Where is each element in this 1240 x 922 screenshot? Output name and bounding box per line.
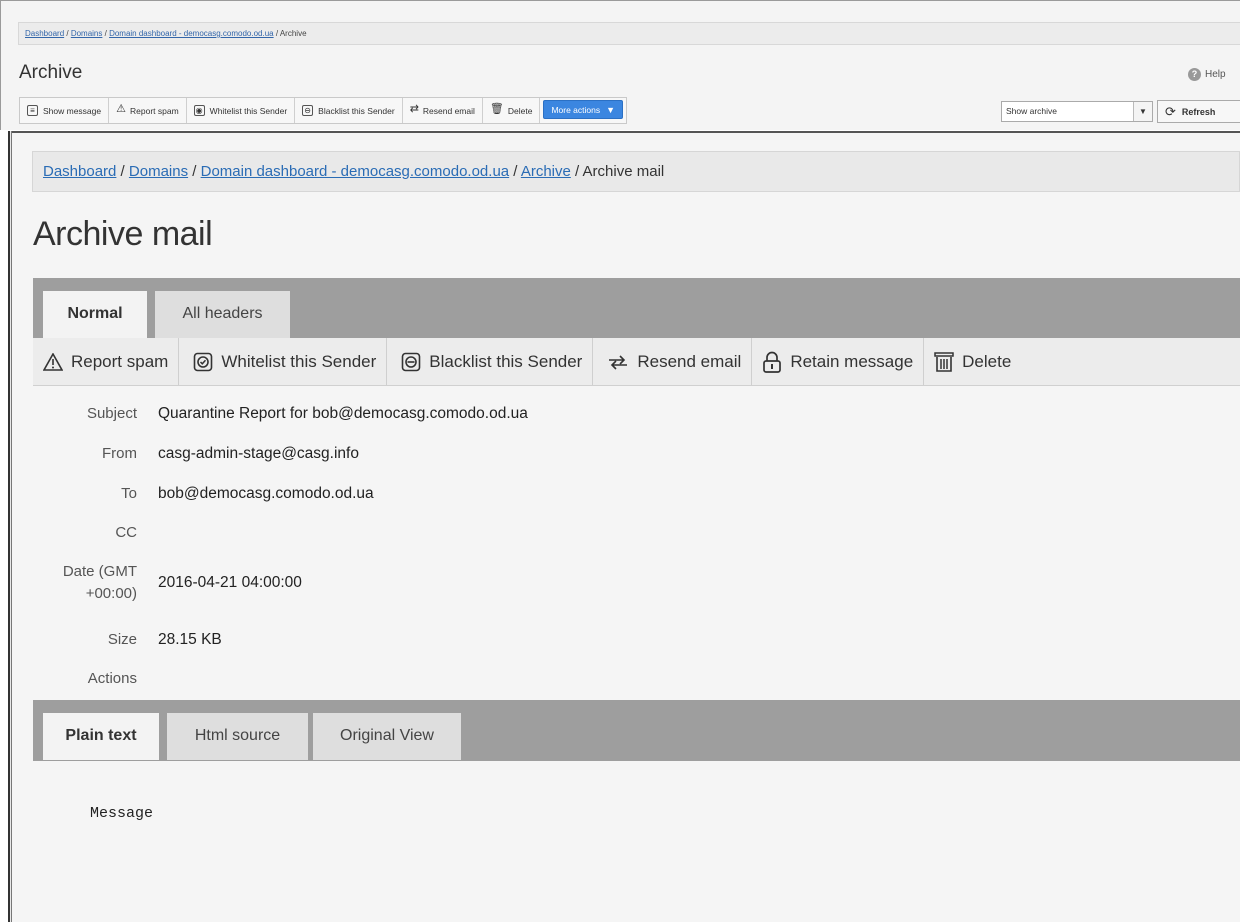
tab-normal[interactable]: Normal (43, 291, 147, 338)
resend-email-label: Resend email (422, 105, 475, 116)
subject-label: Subject (86, 405, 137, 422)
message-action-bar: Report spam Whitelist this Sender Blackl… (33, 338, 1240, 386)
resend-email-label: Resend email (637, 351, 742, 371)
refresh-label: Refresh (1181, 106, 1216, 117)
tab-original-view[interactable]: Original View (313, 713, 461, 760)
whitelist-icon: ◉ (193, 105, 205, 116)
page-title: Archive mail (33, 215, 213, 253)
page-title: Archive (19, 62, 83, 83)
blacklist-sender-label: Blacklist this Sender (429, 351, 583, 371)
blacklist-sender-button[interactable]: Blacklist this Sender (387, 338, 594, 385)
whitelist-sender-button[interactable]: Whitelist this Sender (179, 338, 388, 385)
size-value: 28.15 KB (158, 631, 222, 648)
from-value: casg-admin-stage@casg.info (158, 445, 359, 462)
retain-message-label: Retain message (790, 351, 914, 371)
blacklist-sender-button[interactable]: ⊖ Blacklist this Sender (295, 98, 403, 123)
date-label-line1: Date (GMT (62, 563, 137, 580)
blacklist-icon (401, 352, 421, 371)
breadcrumb-link-dashboard[interactable]: Dashboard (25, 29, 64, 38)
date-label-line2: +00:00) (85, 585, 137, 602)
message-body-pane: Message (33, 761, 1240, 922)
report-spam-label: Report spam (130, 105, 179, 116)
whitelist-icon (194, 352, 213, 371)
archive-toolbar: ≡ Show message ⚠ Report spam ◉ Whitelist… (19, 97, 628, 124)
tab-html-source[interactable]: Html source (167, 713, 308, 760)
delete-label: Delete (507, 105, 533, 116)
breadcrumb-link-domains[interactable]: Domains (129, 163, 188, 180)
actions-label: Actions (87, 670, 137, 687)
chevron-down-icon: ▼ (606, 104, 616, 115)
help-icon: ? (1188, 68, 1201, 81)
trash-icon (934, 351, 954, 372)
tab-all-headers[interactable]: All headers (155, 291, 290, 338)
date-label: Date (GMT +00:00) (27, 561, 137, 605)
resend-icon (609, 354, 628, 370)
archive-mail-window: Dashboard / Domains / Domain dashboard -… (12, 131, 1240, 922)
blacklist-icon: ⊖ (302, 105, 314, 116)
delete-button[interactable]: Delete (924, 338, 1021, 385)
background-archive-window: Dashboard / Domains / Domain dashboard -… (0, 0, 1240, 130)
report-spam-button[interactable]: ⚠ Report spam (109, 98, 187, 123)
date-value: 2016-04-21 04:00:00 (158, 574, 302, 591)
breadcrumb-link-domain-dashboard[interactable]: Domain dashboard - democasg.comodo.od.ua (109, 29, 274, 38)
breadcrumb: Dashboard / Domains / Domain dashboard -… (18, 22, 1240, 45)
more-actions-button[interactable]: More actions ▼ (543, 100, 624, 119)
retain-message-button[interactable]: Retain message (752, 338, 925, 385)
breadcrumb-current: Archive mail (582, 163, 665, 180)
refresh-icon: ⟳ (1165, 103, 1176, 119)
header-tabs: Normal All headers (33, 278, 1240, 338)
resend-email-button[interactable]: ⇄ Resend email (403, 98, 483, 123)
breadcrumb-link-dashboard[interactable]: Dashboard (43, 163, 116, 180)
show-message-label: Show message (43, 105, 102, 116)
refresh-button[interactable]: ⟳ Refresh (1157, 100, 1240, 123)
whitelist-sender-button[interactable]: ◉ Whitelist this Sender (187, 98, 296, 123)
chevron-down-icon: ▼ (1133, 102, 1152, 121)
lock-icon (763, 351, 782, 373)
resend-icon: ⇄ (409, 103, 419, 115)
breadcrumb-link-archive[interactable]: Archive (521, 163, 571, 180)
select-value: Show archive (1006, 106, 1058, 116)
from-label: From (102, 445, 137, 462)
subject-value: Quarantine Report for bob@democasg.comod… (158, 405, 528, 422)
report-spam-button[interactable]: Report spam (33, 338, 180, 385)
blacklist-sender-label: Blacklist this Sender (318, 105, 395, 116)
whitelist-sender-label: Whitelist this Sender (221, 351, 377, 371)
message-icon: ≡ (27, 105, 38, 116)
breadcrumb-link-domains[interactable]: Domains (71, 29, 103, 38)
report-spam-label: Report spam (71, 351, 169, 371)
resend-email-button[interactable]: Resend email (593, 338, 753, 385)
show-message-button[interactable]: ≡ Show message (20, 98, 110, 123)
whitelist-sender-label: Whitelist this Sender (209, 105, 288, 116)
delete-button[interactable]: 🗑 Delete (483, 98, 541, 123)
breadcrumb-current: Archive (279, 29, 307, 38)
breadcrumb-link-domain-dashboard[interactable]: Domain dashboard - democasg.comodo.od.ua (201, 163, 510, 180)
warning-icon (43, 352, 63, 371)
help-label: Help (1205, 69, 1226, 80)
message-body-text: Message (90, 805, 154, 822)
tab-plain-text[interactable]: Plain text (43, 713, 159, 760)
more-actions-label: More actions (551, 104, 601, 115)
body-view-tabs: Plain text Html source Original View (33, 700, 1240, 761)
breadcrumb: Dashboard / Domains / Domain dashboard -… (32, 151, 1240, 192)
delete-label: Delete (962, 351, 1012, 371)
to-value: bob@democasg.comodo.od.ua (158, 485, 374, 502)
trash-icon: 🗑 (489, 103, 504, 115)
to-label: To (121, 485, 137, 502)
size-label: Size (107, 631, 137, 648)
cc-label: CC (115, 524, 137, 541)
help-link[interactable]: ? Help (1188, 68, 1226, 81)
show-archive-select[interactable]: Show archive ▼ (1001, 101, 1153, 122)
warning-icon: ⚠ (116, 103, 126, 115)
